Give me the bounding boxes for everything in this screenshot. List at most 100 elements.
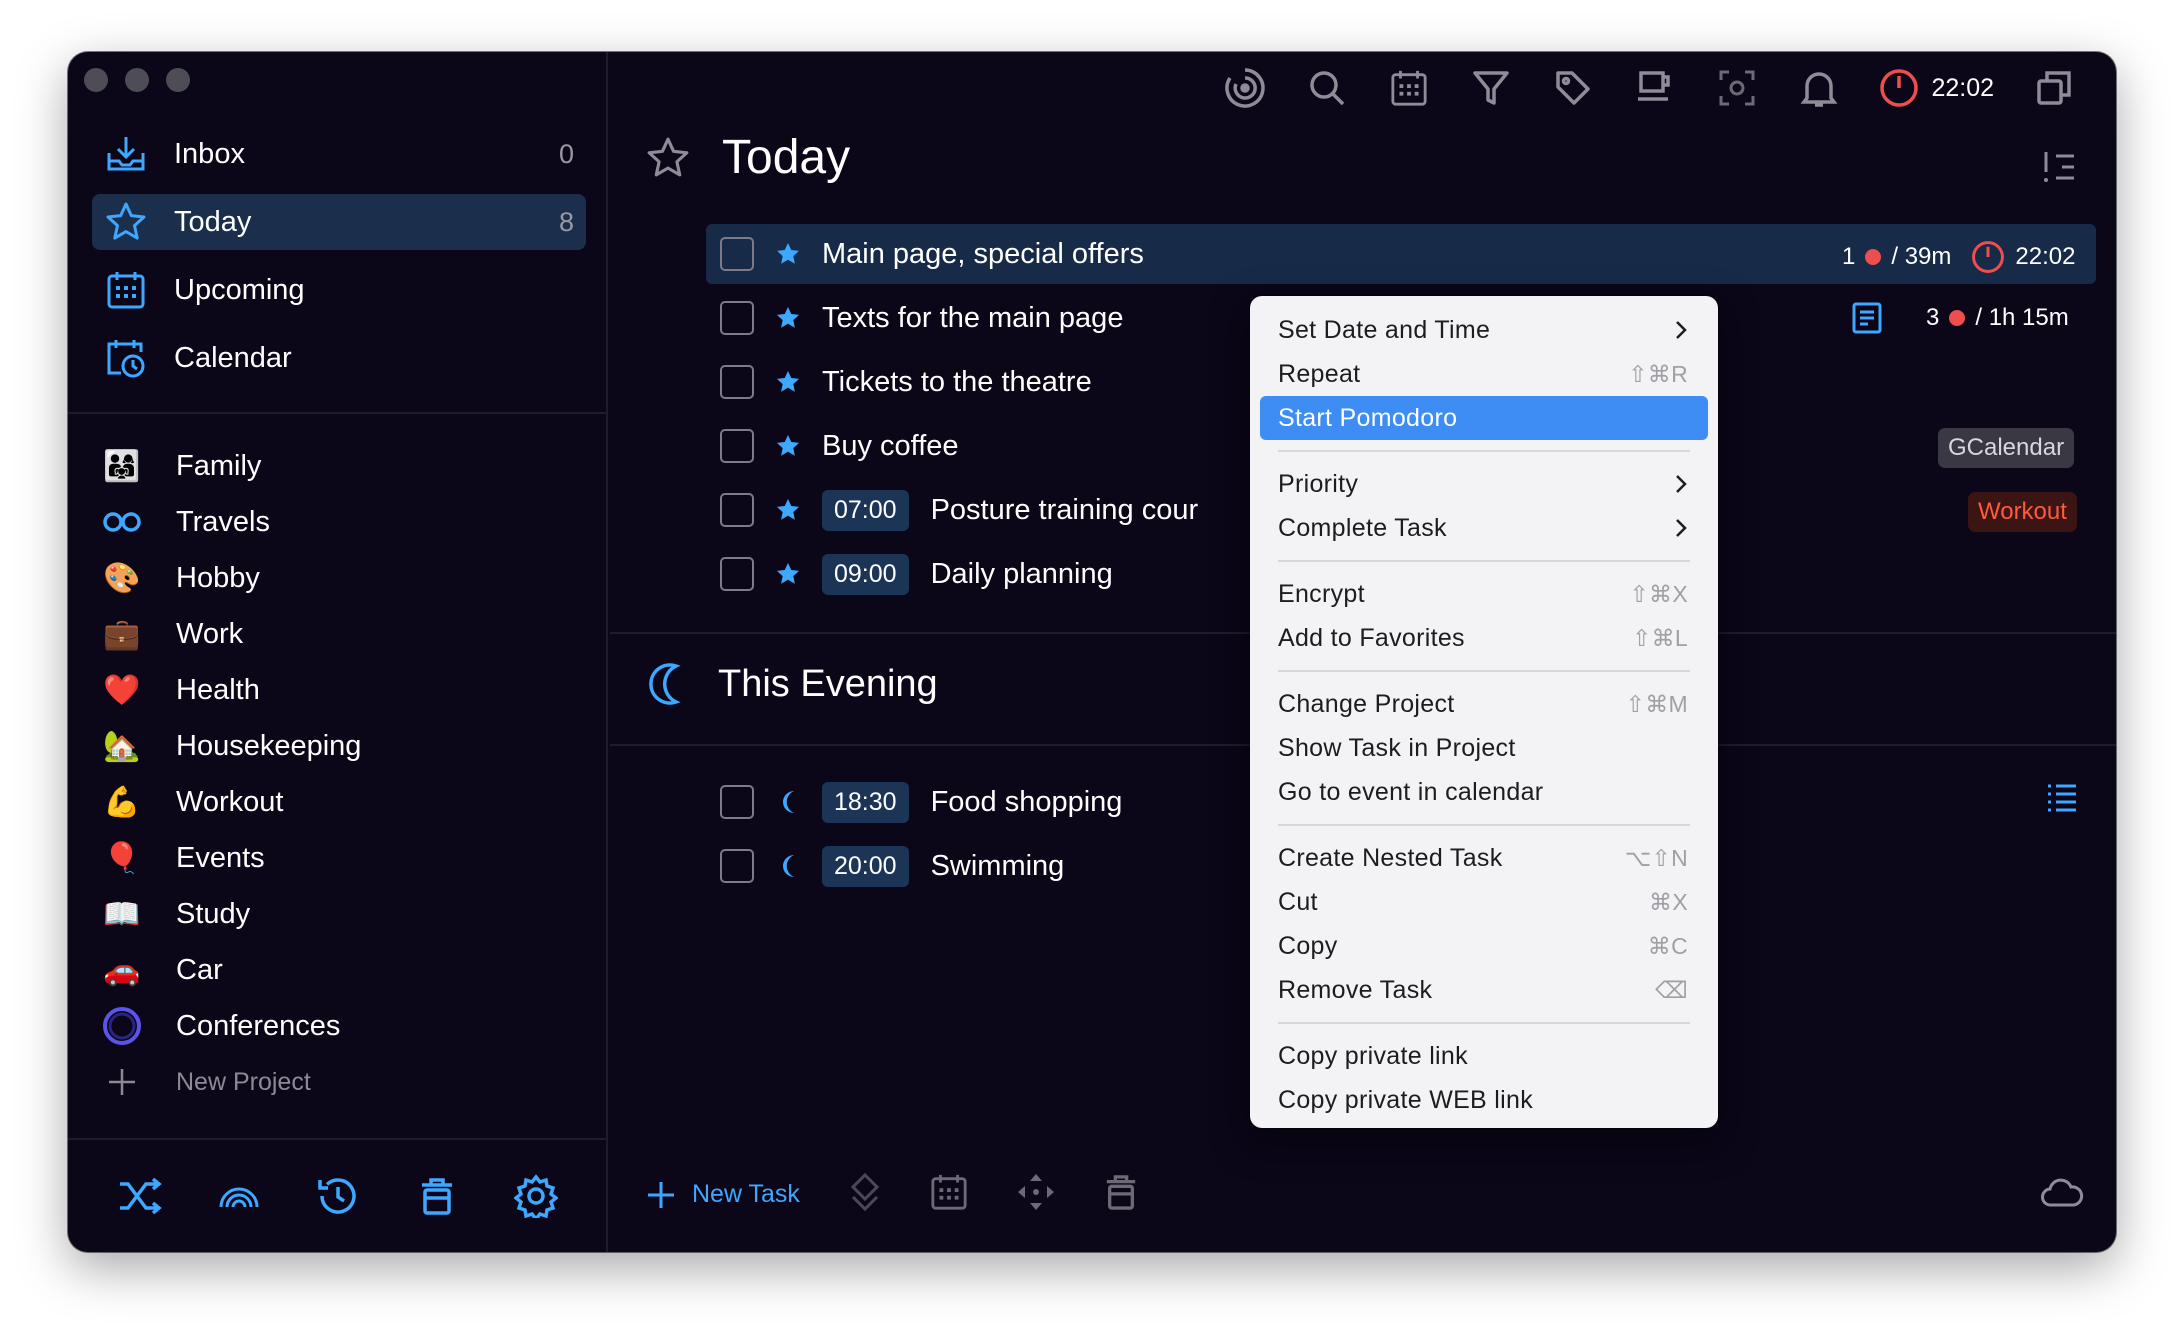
evening-heading: This Evening	[646, 662, 938, 706]
project-item-family[interactable]: 👨‍👩‍👧 Family	[102, 438, 582, 494]
pomodoro-timer[interactable]: 22:02	[1879, 68, 1994, 108]
sidebar-item-upcoming[interactable]: Upcoming	[92, 262, 586, 318]
pomodoro-dot-icon	[1865, 249, 1882, 265]
window-copy-icon[interactable]	[2032, 66, 2076, 110]
menu-item-label: Encrypt	[1278, 579, 1365, 608]
project-item-travels[interactable]: Travels	[102, 494, 582, 550]
menu-item-copy[interactable]: Copy ⌘C	[1260, 924, 1708, 968]
pomodoro-duration: / 39m	[1891, 243, 1952, 270]
pomodoro-count: 3	[1926, 304, 1940, 331]
menu-item-add-to-favorites[interactable]: Add to Favorites ⇧⌘L	[1260, 616, 1708, 660]
task-time: 20:00	[822, 845, 909, 887]
menu-item-encrypt[interactable]: Encrypt ⇧⌘X	[1260, 572, 1708, 616]
pomodoro-count: 1	[1842, 243, 1856, 270]
new-task-button[interactable]: New Task	[646, 1180, 800, 1210]
cloud-icon[interactable]	[2040, 1178, 2084, 1213]
flexed-arm-icon: 💪	[103, 785, 141, 819]
star-outline-icon	[647, 137, 689, 176]
focus-icon[interactable]	[1223, 66, 1267, 110]
star-icon	[774, 304, 802, 332]
list-icon[interactable]	[2046, 782, 2078, 819]
project-label: Workout	[176, 785, 284, 818]
inbox-count: 0	[558, 138, 574, 169]
project-item-health[interactable]: ❤️ Health	[102, 662, 582, 718]
calendar-icon[interactable]	[930, 1173, 968, 1216]
project-item-study[interactable]: 📖 Study	[102, 886, 582, 942]
sidebar-bottom-divider	[68, 1138, 606, 1140]
project-item-workout[interactable]: 💪 Workout	[102, 774, 582, 830]
move-icon[interactable]	[1016, 1172, 1056, 1217]
main-bottom-bar: New Task	[646, 1172, 1138, 1217]
tag-workout[interactable]: Workout	[1968, 492, 2077, 532]
menu-item-set-date-time[interactable]: Set Date and Time	[1260, 308, 1708, 352]
task-checkbox[interactable]	[720, 301, 754, 335]
filter-icon[interactable]	[1469, 66, 1513, 110]
infinity-icon	[102, 502, 142, 542]
project-item-car[interactable]: 🚗 Car	[102, 942, 582, 998]
shuffle-icon[interactable]	[116, 1172, 164, 1220]
settings-icon[interactable]	[512, 1172, 560, 1220]
menu-item-label: Create Nested Task	[1278, 843, 1503, 872]
menu-item-copy-private-link[interactable]: Copy private link	[1260, 1034, 1708, 1078]
menu-item-remove-task[interactable]: Remove Task ⌫	[1260, 968, 1708, 1012]
project-item-hobby[interactable]: 🎨 Hobby	[102, 550, 582, 606]
task-checkbox[interactable]	[720, 849, 754, 883]
project-item-conferences[interactable]: Conferences	[102, 998, 582, 1054]
menu-item-cut[interactable]: Cut ⌘X	[1260, 880, 1708, 924]
task-title: Texts for the main page	[822, 301, 1124, 334]
menu-item-copy-private-web-link[interactable]: Copy private WEB link	[1260, 1078, 1708, 1122]
priority-diamond-icon[interactable]	[848, 1172, 882, 1217]
note-icon[interactable]	[1852, 302, 1882, 339]
menu-item-create-nested-task[interactable]: Create Nested Task ⌥⇧N	[1260, 836, 1708, 880]
screenshot-icon[interactable]	[1715, 66, 1759, 110]
calendar-grid-icon	[104, 268, 148, 312]
coffee-icon[interactable]	[1633, 66, 1677, 110]
new-project-button[interactable]: New Project	[102, 1054, 582, 1110]
menu-item-change-project[interactable]: Change Project ⇧⌘M	[1260, 682, 1708, 726]
menu-item-label: Change Project	[1278, 689, 1455, 718]
project-item-events[interactable]: 🎈 Events	[102, 830, 582, 886]
project-item-housekeeping[interactable]: 🏡 Housekeeping	[102, 718, 582, 774]
menu-item-start-pomodoro[interactable]: Start Pomodoro	[1260, 396, 1708, 440]
rainbow-icon[interactable]	[215, 1172, 263, 1220]
menu-item-repeat[interactable]: Repeat ⇧⌘R	[1260, 352, 1708, 396]
task-checkbox[interactable]	[720, 785, 754, 819]
trash-icon[interactable]	[413, 1172, 461, 1220]
sidebar-item-today[interactable]: Today 8	[92, 194, 586, 250]
menu-item-show-task-in-project[interactable]: Show Task in Project	[1260, 726, 1708, 770]
chevron-right-icon	[1676, 321, 1687, 339]
moon-icon	[774, 788, 802, 816]
menu-item-complete-task[interactable]: Complete Task	[1260, 506, 1708, 550]
tag-gcalendar[interactable]: GCalendar	[1938, 428, 2075, 468]
task-checkbox[interactable]	[720, 493, 754, 527]
task-checkbox[interactable]	[720, 365, 754, 399]
sidebar-item-inbox[interactable]: Inbox 0	[92, 126, 586, 182]
calendar-icon[interactable]	[1387, 66, 1431, 110]
sidebar-bottom-bar	[68, 1172, 608, 1220]
sort-icon[interactable]	[2042, 150, 2076, 189]
menu-item-go-to-event[interactable]: Go to event in calendar	[1260, 770, 1708, 814]
task-checkbox[interactable]	[720, 237, 754, 271]
task-checkbox[interactable]	[720, 557, 754, 591]
tag-icon[interactable]	[1551, 66, 1595, 110]
task-title: Buy coffee	[822, 429, 959, 462]
project-item-work[interactable]: 💼 Work	[102, 606, 582, 662]
project-label: Work	[176, 617, 244, 650]
menu-separator	[1278, 824, 1690, 826]
history-icon[interactable]	[314, 1172, 362, 1220]
menu-item-label: Cut	[1278, 887, 1318, 916]
search-icon[interactable]	[1305, 66, 1349, 110]
new-task-label: New Task	[692, 1180, 800, 1208]
bell-icon[interactable]	[1797, 66, 1841, 110]
task-checkbox[interactable]	[720, 429, 754, 463]
sidebar-item-calendar[interactable]: Calendar	[92, 330, 586, 386]
pomodoro-duration: / 1h 15m	[1975, 304, 2069, 331]
menu-item-priority[interactable]: Priority	[1260, 462, 1708, 506]
project-label: Health	[176, 673, 260, 706]
star-icon	[774, 240, 802, 268]
task-title: Posture training cour	[930, 493, 1199, 526]
menu-item-label: Priority	[1278, 469, 1359, 498]
menu-separator	[1278, 560, 1690, 562]
briefcase-icon: 💼	[103, 617, 141, 651]
trash-icon[interactable]	[1104, 1173, 1138, 1216]
